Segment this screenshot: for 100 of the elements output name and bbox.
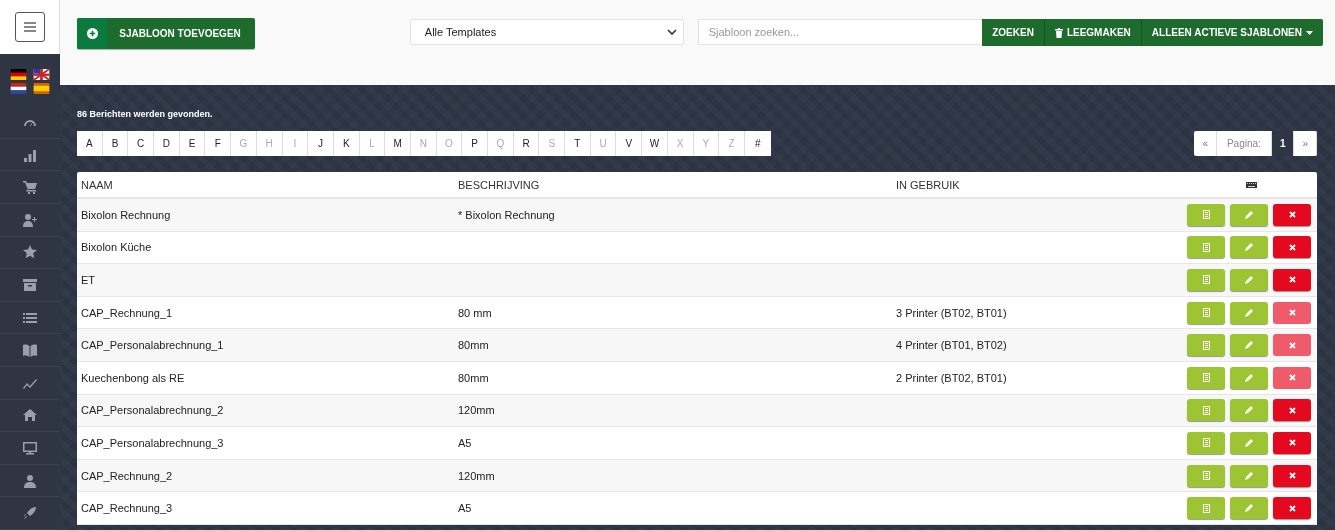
menu-button[interactable] xyxy=(14,12,45,43)
table-cell: 3 Printer (BT02, BT01) xyxy=(896,306,1007,319)
flag-icon[interactable] xyxy=(33,83,50,95)
edit-button[interactable] xyxy=(1230,334,1268,357)
list-icon[interactable] xyxy=(23,310,37,325)
pencil-icon xyxy=(1245,276,1253,284)
search-field[interactable]: Sjabloon zoeken... xyxy=(697,19,983,45)
table-cell: CAP_Rechnung_2 xyxy=(81,469,173,482)
search-button[interactable]: ZOEKEN xyxy=(982,19,1045,46)
document-icon xyxy=(1202,308,1210,318)
table-cell: 80 mm xyxy=(458,306,492,319)
star-icon[interactable] xyxy=(23,245,37,260)
template-select[interactable]: Alle Templates xyxy=(409,19,684,45)
chevron-down-icon xyxy=(666,28,677,36)
edit-button[interactable] xyxy=(1230,464,1268,487)
table-cell: Kuechenbong als RE xyxy=(81,371,185,384)
close-icon xyxy=(1288,374,1296,382)
user-icon[interactable] xyxy=(23,473,37,488)
result-count: 86 Berichten werden gevonden. xyxy=(77,109,214,121)
table-cell: 120mm xyxy=(458,469,495,482)
edit-button[interactable] xyxy=(1230,497,1268,520)
details-button[interactable] xyxy=(1187,269,1225,291)
details-button[interactable] xyxy=(1187,497,1225,520)
delete-button[interactable] xyxy=(1273,399,1311,422)
pencil-icon xyxy=(1245,373,1253,382)
page-label: Pagina: xyxy=(1216,131,1272,156)
add-template-button[interactable]: SJABLOON TOEVOEGEN xyxy=(77,18,255,49)
details-button[interactable] xyxy=(1187,431,1225,454)
current-page-button[interactable]: 1 xyxy=(1271,131,1295,156)
edit-button[interactable] xyxy=(1230,301,1268,324)
delete-button[interactable] xyxy=(1273,236,1311,259)
edit-button[interactable] xyxy=(1230,431,1268,454)
next-page-button[interactable]: » xyxy=(1294,131,1317,156)
delete-button[interactable] xyxy=(1273,464,1311,487)
caret-icon xyxy=(1306,30,1313,35)
details-button[interactable] xyxy=(1187,236,1225,259)
pencil-icon xyxy=(1245,210,1253,219)
flag-icon[interactable] xyxy=(10,69,27,81)
details-button[interactable] xyxy=(1187,399,1225,422)
menu-icon xyxy=(23,22,36,33)
table-cell: 80mm xyxy=(458,371,489,384)
table-cell: CAP_Rechnung_1 xyxy=(81,306,173,319)
edit-button[interactable] xyxy=(1230,236,1268,259)
clear-button[interactable]: LEEGMAKEN xyxy=(1044,19,1142,46)
delete-button[interactable] xyxy=(1273,269,1311,291)
close-icon xyxy=(1288,472,1296,480)
pencil-icon xyxy=(1245,438,1253,447)
pencil-icon xyxy=(1245,308,1253,317)
details-button[interactable] xyxy=(1187,464,1225,487)
table-cell: A5 xyxy=(458,502,472,515)
document-icon xyxy=(1202,503,1210,513)
rocket-icon[interactable] xyxy=(23,506,37,521)
edit-button[interactable] xyxy=(1230,203,1268,226)
previous-page-button[interactable]: « xyxy=(1194,131,1217,156)
details-button[interactable] xyxy=(1187,203,1225,226)
table-cell: Bixolon Küche xyxy=(81,241,152,254)
pencil-icon xyxy=(1245,471,1253,480)
edit-button[interactable] xyxy=(1230,269,1268,291)
letter-filter[interactable]: A xyxy=(77,131,103,156)
document-icon xyxy=(1202,471,1210,481)
bar-chart-icon[interactable] xyxy=(23,147,37,162)
close-icon xyxy=(1288,276,1296,284)
details-button[interactable] xyxy=(1187,334,1225,357)
delete-button[interactable] xyxy=(1273,497,1311,520)
document-icon xyxy=(1202,242,1210,252)
close-icon xyxy=(1288,211,1296,219)
book-icon[interactable] xyxy=(23,343,37,358)
cart-icon[interactable] xyxy=(23,180,37,195)
edit-button[interactable] xyxy=(1230,399,1268,422)
active-templates-dropdown[interactable]: ALLEEN ACTIEVE SJABLONEN xyxy=(1141,19,1323,46)
document-icon xyxy=(1202,210,1210,220)
table-cell: CAP_Personalabrechnung_2 xyxy=(81,404,224,417)
flag-icon[interactable] xyxy=(33,69,50,81)
table-cell: 2 Printer (BT02, BT01) xyxy=(896,371,1007,384)
archive-box-icon[interactable] xyxy=(23,278,37,293)
edit-button[interactable] xyxy=(1230,366,1268,389)
user-plus-icon[interactable] xyxy=(23,212,37,227)
document-icon xyxy=(1202,373,1210,383)
document-icon xyxy=(1202,275,1210,285)
pencil-icon xyxy=(1245,243,1253,252)
close-icon xyxy=(1288,439,1296,447)
close-icon xyxy=(1288,243,1296,251)
monitor-icon[interactable] xyxy=(23,441,37,455)
table-cell: Bixolon Rechnung xyxy=(81,208,171,221)
table-cell: CAP_Personalabrechnung_1 xyxy=(81,339,224,352)
home-icon[interactable] xyxy=(23,408,37,423)
details-button[interactable] xyxy=(1187,301,1225,324)
details-button[interactable] xyxy=(1187,366,1225,389)
table-cell: * Bixolon Rechnung xyxy=(458,208,555,221)
close-icon xyxy=(1288,504,1296,512)
close-icon xyxy=(1288,406,1296,414)
delete-button[interactable] xyxy=(1273,431,1311,454)
pencil-icon xyxy=(1245,341,1253,350)
delete-button[interactable] xyxy=(1273,203,1311,226)
document-icon xyxy=(1202,438,1210,448)
table-cell: 4 Printer (BT01, BT02) xyxy=(896,339,1007,352)
column-header: NAAM xyxy=(80,178,114,191)
trash-icon xyxy=(1054,27,1063,38)
flag-icon[interactable] xyxy=(10,83,27,95)
table-cell: ET xyxy=(81,274,96,286)
